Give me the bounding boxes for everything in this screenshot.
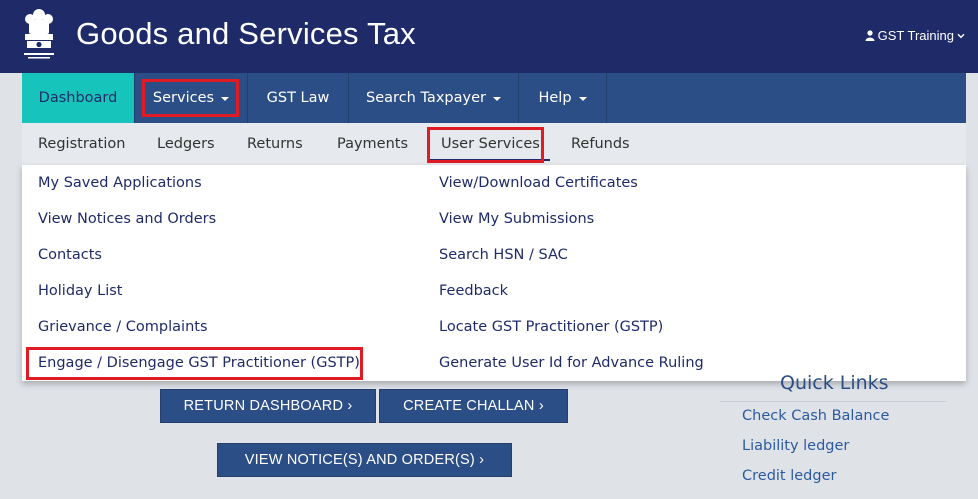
link-holiday-list[interactable]: Holiday List [38, 283, 122, 299]
nav-search-taxpayer[interactable]: Search Taxpayer [349, 73, 519, 123]
site-header: Goods and Services Tax GST Training [0, 0, 978, 73]
sub-nav-registration[interactable]: Registration [38, 123, 125, 165]
services-sub-nav: Registration Ledgers Returns Payments Us… [22, 123, 966, 165]
link-engage-disengage-gstp[interactable]: Engage / Disengage GST Practitioner (GST… [38, 355, 360, 371]
user-services-dropdown: My Saved Applications View Notices and O… [22, 165, 966, 381]
link-generate-user-id-advance-ruling[interactable]: Generate User Id for Advance Ruling [439, 355, 704, 371]
caret-down-icon [578, 97, 587, 101]
create-challan-button[interactable]: CREATE CHALLAN › [379, 389, 568, 423]
sub-nav-returns-label: Returns [247, 136, 303, 152]
sub-nav-refunds[interactable]: Refunds [571, 123, 630, 165]
sub-nav-user-services-label: User Services [441, 136, 540, 152]
sub-nav-refunds-label: Refunds [571, 136, 630, 152]
nav-services-label: Services [152, 90, 215, 106]
sub-nav-payments-label: Payments [337, 136, 409, 152]
view-notices-orders-button[interactable]: VIEW NOTICE(S) AND ORDER(S) › [217, 443, 512, 477]
site-title: Goods and Services Tax [76, 16, 416, 51]
caret-down-icon [221, 97, 230, 101]
link-view-notices-and-orders[interactable]: View Notices and Orders [38, 211, 216, 227]
national-emblem-icon [24, 9, 54, 59]
sub-nav-ledgers-label: Ledgers [157, 136, 215, 152]
active-tab-underline [430, 159, 550, 161]
user-menu[interactable]: GST Training [865, 28, 965, 43]
sub-nav-returns[interactable]: Returns [247, 123, 303, 165]
user-name: GST Training [877, 28, 954, 43]
link-view-my-submissions[interactable]: View My Submissions [439, 211, 594, 227]
nav-gst-law[interactable]: GST Law [248, 73, 349, 123]
link-grievance-complaints[interactable]: Grievance / Complaints [38, 319, 208, 335]
nav-dashboard-label: Dashboard [38, 90, 118, 106]
link-feedback[interactable]: Feedback [439, 283, 508, 299]
link-locate-gst-practitioner[interactable]: Locate GST Practitioner (GSTP) [439, 319, 663, 335]
quick-link-check-cash-balance[interactable]: Check Cash Balance [742, 408, 889, 424]
link-view-download-certificates[interactable]: View/Download Certificates [439, 175, 638, 191]
sub-nav-payments[interactable]: Payments [337, 123, 408, 165]
quick-links-title: Quick Links [780, 372, 889, 394]
quick-links-divider [720, 401, 946, 402]
nav-search-taxpayer-label: Search Taxpayer [366, 90, 486, 106]
return-dashboard-button[interactable]: RETURN DASHBOARD › [160, 389, 376, 423]
quick-link-liability-ledger[interactable]: Liability ledger [742, 438, 849, 454]
link-search-hsn-sac[interactable]: Search HSN / SAC [439, 247, 568, 263]
quick-links-panel: Quick Links Check Cash Balance Liability… [720, 372, 946, 499]
sub-nav-registration-label: Registration [38, 136, 126, 152]
nav-gst-law-label: GST Law [266, 90, 330, 106]
caret-down-icon [492, 97, 501, 101]
nav-services[interactable]: Services [135, 73, 248, 123]
nav-help-label: Help [538, 90, 572, 106]
quick-link-credit-ledger[interactable]: Credit ledger [742, 468, 836, 484]
chevron-down-icon [957, 33, 965, 38]
link-contacts[interactable]: Contacts [38, 247, 102, 263]
user-icon [865, 30, 875, 41]
main-nav: Dashboard Services GST Law Search Taxpay… [22, 73, 966, 123]
sub-nav-ledgers[interactable]: Ledgers [157, 123, 215, 165]
link-my-saved-applications[interactable]: My Saved Applications [38, 175, 202, 191]
nav-dashboard[interactable]: Dashboard [22, 73, 135, 123]
nav-help[interactable]: Help [519, 73, 607, 123]
